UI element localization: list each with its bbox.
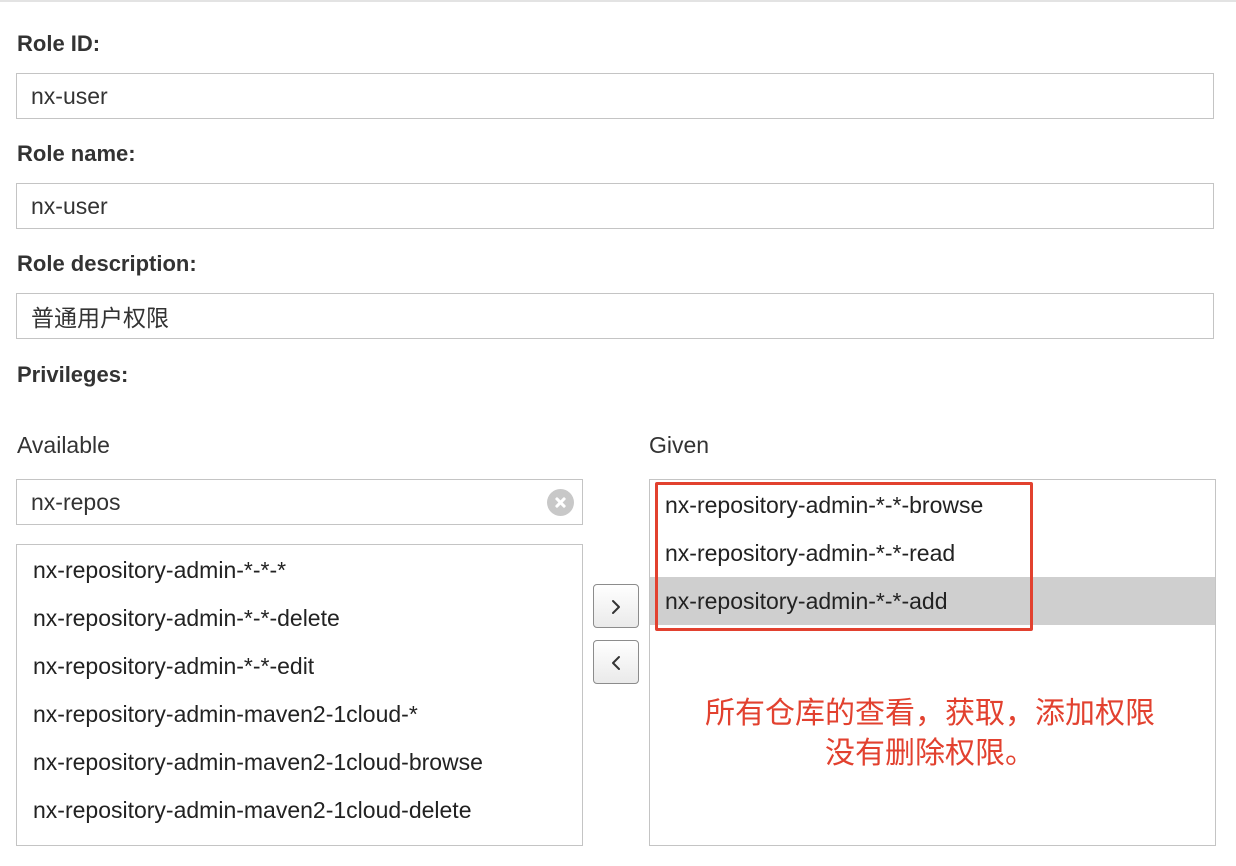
list-item[interactable]: nx-repository-admin-*-*-read: [650, 529, 1215, 577]
list-item[interactable]: nx-repository-admin-*-*-edit: [17, 642, 582, 690]
role-description-field[interactable]: [16, 293, 1214, 339]
available-label: Available: [17, 432, 110, 458]
add-privilege-button[interactable]: [593, 584, 639, 628]
role-id-field[interactable]: [16, 73, 1214, 119]
available-filter: [16, 479, 583, 525]
list-item-selected[interactable]: nx-repository-admin-*-*-add: [650, 577, 1215, 625]
chevron-left-icon: [612, 656, 620, 670]
annotation-line-2: 没有删除权限。: [825, 737, 1035, 770]
annotation-text: 所有仓库的查看，获取，添加权限 没有删除权限。: [660, 694, 1200, 774]
privileges-label: Privileges:: [17, 362, 129, 387]
annotation-line-1: 所有仓库的查看，获取，添加权限: [705, 697, 1155, 730]
list-item[interactable]: nx-repository-admin-maven2-1cloud-*: [17, 690, 582, 738]
role-id-label: Role ID:: [17, 31, 101, 56]
available-list: nx-repository-admin-*-*-* nx-repository-…: [16, 544, 583, 846]
list-item[interactable]: nx-repository-admin-maven2-1cloud-browse: [17, 738, 582, 786]
role-description-label: Role description:: [17, 251, 197, 276]
list-item[interactable]: nx-repository-admin-maven2-1cloud-delete: [17, 786, 582, 834]
available-filter-input[interactable]: [17, 480, 537, 524]
clear-filter-icon[interactable]: [547, 489, 574, 516]
given-list: nx-repository-admin-*-*-browse nx-reposi…: [649, 479, 1216, 846]
list-item[interactable]: nx-repository-admin-*-*-browse: [650, 481, 1215, 529]
role-name-label: Role name:: [17, 141, 136, 166]
top-divider: [0, 0, 1236, 2]
list-item[interactable]: nx-repository-admin-*-*-delete: [17, 594, 582, 642]
remove-privilege-button[interactable]: [593, 640, 639, 684]
list-item[interactable]: nx-repository-admin-*-*-*: [17, 546, 582, 594]
given-label: Given: [649, 432, 710, 458]
chevron-right-icon: [612, 600, 620, 614]
role-name-field[interactable]: [16, 183, 1214, 229]
